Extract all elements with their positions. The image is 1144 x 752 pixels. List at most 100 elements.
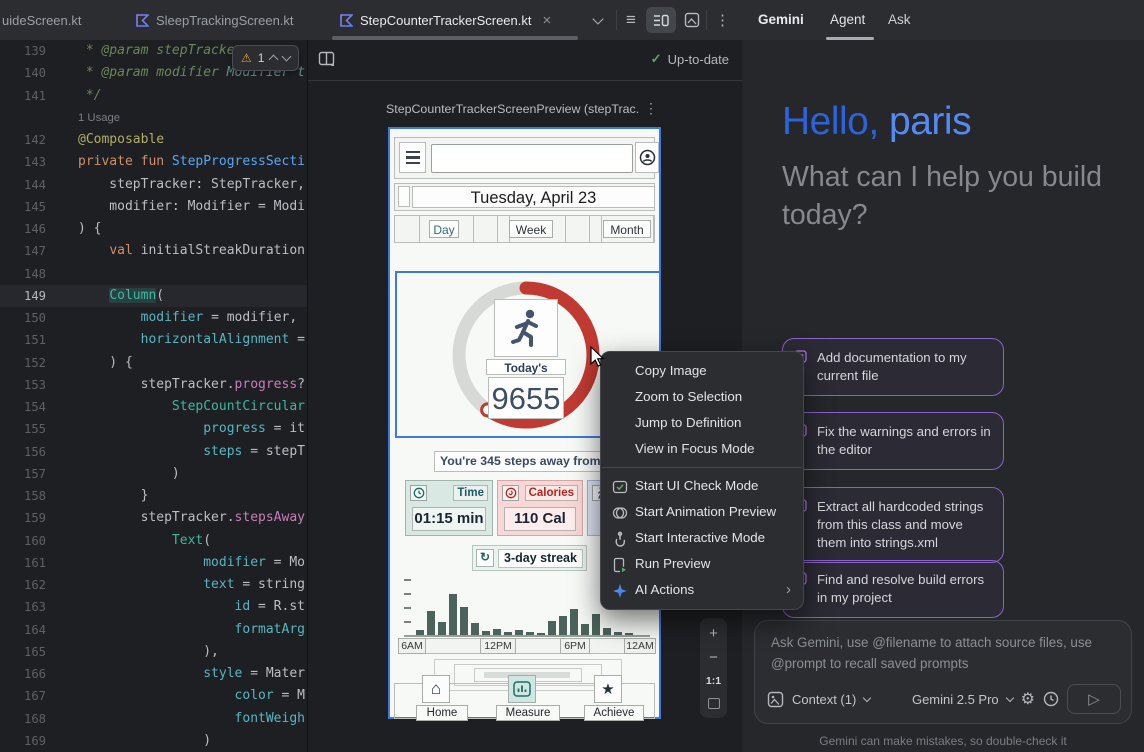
- code-text: fontWeigh: [60, 708, 305, 730]
- tab-agent[interactable]: Agent: [830, 12, 865, 27]
- nav-label-measure[interactable]: Measure: [496, 705, 560, 721]
- kotlin-file-icon: [340, 14, 353, 27]
- suggestion-card[interactable]: Fix the warnings and errors in the edito…: [782, 412, 1004, 470]
- menu-item-start-animation-preview[interactable]: Start Animation Preview: [601, 499, 803, 525]
- steps-away-text: You're 345 steps away from your: [434, 451, 622, 472]
- suggestion-card[interactable]: Extract all hardcoded strings from this …: [782, 487, 1004, 563]
- tab-label: SleepTrackingScreen.kt: [156, 13, 294, 28]
- suggestion-card[interactable]: Find and resolve build errors in my proj…: [782, 560, 1004, 618]
- code-line: 162 text = string: [0, 574, 307, 596]
- code-text: stepTracker: StepTracker,: [60, 174, 305, 196]
- code-line: 145 modifier: Modifier = Modi: [0, 196, 307, 218]
- zoom-to-fit-button[interactable]: [708, 698, 720, 709]
- send-button[interactable]: ▷: [1067, 684, 1121, 714]
- code-line: 141 */: [0, 85, 307, 107]
- interactive-icon: [612, 530, 628, 546]
- zoom-actual-size-button[interactable]: 1:1: [706, 674, 721, 688]
- preview-options-icon[interactable]: ⋮: [644, 100, 658, 117]
- streak-icon: ↻: [476, 549, 494, 567]
- nav-label-home[interactable]: Home: [416, 705, 468, 721]
- runner-icon: [494, 299, 558, 357]
- menu-icon[interactable]: [399, 142, 426, 173]
- code-text: style = Mater: [60, 663, 305, 685]
- tab-cell-divider: [653, 216, 654, 242]
- zoom-out-button[interactable]: −: [709, 651, 718, 665]
- kotlin-file-icon: [136, 14, 149, 27]
- next-warning-icon[interactable]: [282, 52, 292, 62]
- code-view-icon[interactable]: ≡: [626, 0, 636, 40]
- measure-icon[interactable]: [508, 675, 536, 703]
- code-text: text = string: [60, 574, 305, 596]
- menu-item-jump-to-definition[interactable]: Jump to Definition: [601, 410, 803, 436]
- code-text: */: [60, 85, 101, 107]
- layout-mode-icon[interactable]: [318, 50, 336, 73]
- close-icon[interactable]: ×: [542, 12, 551, 29]
- attach-image-icon[interactable]: [767, 691, 784, 708]
- zoom-in-button[interactable]: +: [709, 627, 718, 641]
- tab-ask[interactable]: Ask: [888, 12, 911, 27]
- inspection-widget[interactable]: ⚠1: [232, 45, 299, 71]
- tab-cell-divider: [497, 216, 498, 242]
- line-number: 144: [0, 174, 60, 196]
- history-clock-icon[interactable]: [1043, 691, 1059, 707]
- suggestion-text: Fix the warnings and errors in the edito…: [817, 424, 991, 457]
- line-number: 148: [0, 263, 60, 285]
- code-text: stepTracker.stepsAway: [60, 507, 305, 529]
- stat-card-header: Time: [410, 485, 488, 501]
- tab-label: StepCounterTrackerScreen.kt: [360, 13, 531, 28]
- nav-label-achieve[interactable]: Achieve: [584, 705, 644, 721]
- menu-item-run-preview[interactable]: Run Preview: [601, 551, 803, 577]
- menu-item-start-ui-check-mode[interactable]: Start UI Check Mode: [601, 473, 803, 499]
- settings-gear-icon[interactable]: ⚙: [1021, 689, 1035, 709]
- stat-card-cal: Calories110 Cal: [497, 480, 583, 536]
- stat-card-header: Calories: [502, 485, 578, 501]
- tab-sleeptrackingscreen[interactable]: SleepTrackingScreen.kt: [136, 0, 294, 40]
- android-studio-window: uideScreen.kt SleepTrackingScreen.kt Ste…: [0, 0, 1144, 752]
- tab-guidescreen[interactable]: uideScreen.kt: [2, 0, 82, 40]
- code-line: 143private fun StepProgressSecti: [0, 151, 307, 173]
- code-text: * @param stepTracker: [60, 40, 242, 62]
- line-number: [0, 107, 60, 129]
- code-text: ) {: [60, 352, 133, 374]
- achieve-icon[interactable]: ★: [594, 675, 622, 703]
- line-number: 157: [0, 463, 60, 485]
- gemini-panel-title: Gemini: [758, 12, 804, 27]
- period-tab-month[interactable]: Month: [603, 220, 651, 238]
- split-view-button[interactable]: [646, 7, 676, 33]
- period-tab-week[interactable]: Week: [509, 220, 553, 238]
- stat-card-time: Time01:15 min: [405, 480, 493, 536]
- menu-item-start-interactive-mode[interactable]: Start Interactive Mode: [601, 525, 803, 551]
- usage-inlay[interactable]: 1 Usage: [78, 112, 120, 124]
- suggestion-card[interactable]: Add documentation to my current file: [782, 338, 1004, 396]
- prev-warning-icon[interactable]: [269, 55, 279, 65]
- menu-item-label: Start Animation Preview: [635, 504, 776, 519]
- line-number: 140: [0, 62, 60, 84]
- code-editor[interactable]: 139 * @param stepTracker140 * @param mod…: [0, 40, 307, 752]
- menu-item-copy-image[interactable]: Copy Image: [601, 358, 803, 384]
- menu-item-zoom-to-selection[interactable]: Zoom to Selection: [601, 384, 803, 410]
- search-field[interactable]: [431, 144, 633, 173]
- prompt-input[interactable]: Ask Gemini, use @filename to attach sour…: [754, 620, 1132, 724]
- line-number: 143: [0, 151, 60, 173]
- code-line: 155 progress = it: [0, 418, 307, 440]
- more-options-icon[interactable]: ⋮: [715, 0, 730, 40]
- code-text: horizontalAlignment =: [60, 329, 305, 351]
- design-view-icon[interactable]: [684, 0, 700, 40]
- prompt-placeholder: Ask Gemini, use @filename to attach sour…: [771, 632, 1115, 674]
- menu-item-ai-actions[interactable]: AI Actions›: [601, 577, 803, 603]
- warning-icon: ⚠: [241, 51, 252, 65]
- tab-cell-divider: [419, 216, 420, 242]
- menu-item-view-in-focus-mode[interactable]: View in Focus Mode: [601, 436, 803, 462]
- suggestion-text: Extract all hardcoded strings from this …: [817, 499, 983, 550]
- preview-status: ✓ Up-to-date: [651, 51, 729, 67]
- home-icon[interactable]: ⌂: [422, 675, 450, 703]
- chevron-down-icon[interactable]: [594, 0, 602, 40]
- line-number: 150: [0, 307, 60, 329]
- context-selector[interactable]: Context (1): [792, 692, 856, 707]
- model-selector[interactable]: Gemini 2.5 Pro: [912, 692, 999, 707]
- period-tab-day[interactable]: Day: [429, 220, 459, 238]
- code-line: 160 Text(: [0, 530, 307, 552]
- account-icon[interactable]: [635, 142, 659, 173]
- tab-stepcountertrackerscreen[interactable]: StepCounterTrackerScreen.kt ×: [340, 0, 551, 40]
- code-line: 159 stepTracker.stepsAway: [0, 507, 307, 529]
